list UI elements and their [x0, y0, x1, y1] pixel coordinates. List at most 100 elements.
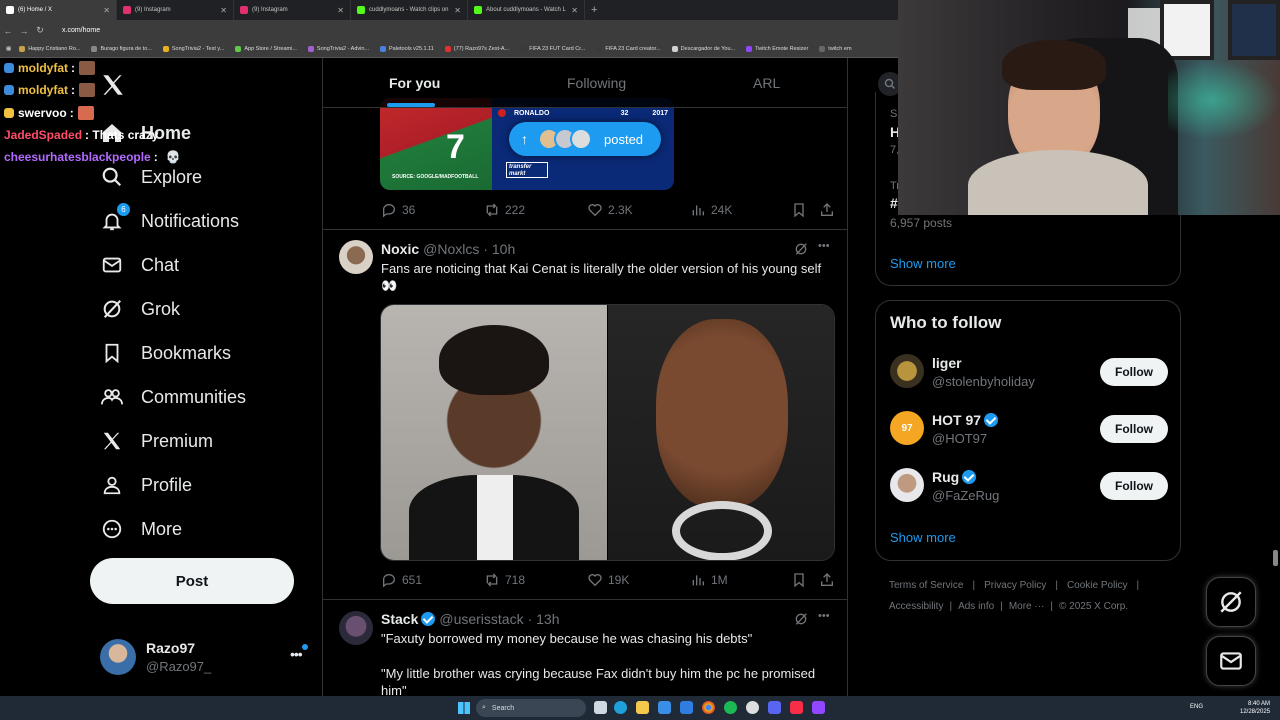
footer-link[interactable]: More ···	[1009, 601, 1045, 612]
like-button[interactable]: 19K	[587, 572, 690, 588]
bookmark[interactable]: Happy Cristiano Ro...	[19, 46, 80, 52]
x-logo-icon[interactable]	[100, 72, 126, 98]
mail-app-icon[interactable]	[680, 701, 693, 714]
sidebar-item-explore[interactable]: Explore	[100, 159, 202, 195]
more-dots-icon[interactable]: •••	[818, 240, 830, 252]
close-tab-icon[interactable]: ✕	[571, 6, 578, 15]
share-button[interactable]	[819, 572, 840, 588]
more-dots-icon[interactable]: •••	[290, 646, 303, 662]
sidebar-item-chat[interactable]: Chat	[100, 247, 179, 283]
suggestion-row[interactable]: liger @stolenbyholiday Follow	[890, 353, 1170, 393]
browser-tab[interactable]: (9) Instagram ✕	[117, 0, 234, 20]
grok-icon[interactable]	[793, 611, 809, 632]
tab-arl[interactable]: ARL	[695, 58, 847, 107]
suggestion-row[interactable]: 97 HOT 97 @HOT97 Follow	[890, 410, 1170, 450]
app-icon[interactable]	[658, 701, 671, 714]
scrollbar-thumb[interactable]	[1273, 550, 1278, 566]
close-tab-icon[interactable]: ✕	[103, 6, 110, 15]
tray-clock[interactable]: 8:40 AM 12/28/2025	[1240, 700, 1270, 716]
bookmark[interactable]: SongTrivia2 - Test y...	[162, 46, 224, 52]
apps-icon[interactable]: ▦	[6, 46, 11, 52]
repost-button[interactable]: 222	[484, 202, 587, 218]
views-button[interactable]: 1M	[690, 572, 793, 588]
bookmark[interactable]: Paletools v25.1.11	[380, 46, 434, 52]
sidebar-item-communities[interactable]: Communities	[100, 379, 246, 415]
reply-button[interactable]: 36	[381, 202, 484, 218]
music-icon[interactable]	[790, 701, 803, 714]
tray-lang[interactable]: ENG	[1190, 704, 1203, 710]
bookmark[interactable]: Burago figura de to...	[91, 46, 152, 52]
bookmark[interactable]: (77) Razo97s Zest-A...	[444, 46, 509, 52]
bookmark-button[interactable]	[791, 202, 812, 218]
chrome-icon[interactable]	[702, 701, 715, 714]
sidebar-item-grok[interactable]: Grok	[100, 291, 180, 327]
browser-tab[interactable]: (6) Home / X ✕	[0, 0, 117, 20]
bookmark[interactable]: FIFA 23 FUT Card Cr...	[520, 46, 585, 52]
more-dots-icon[interactable]: •••	[818, 610, 830, 622]
sidebar-item-more[interactable]: More	[100, 511, 182, 547]
browser-tab[interactable]: (9) Instagram ✕	[234, 0, 351, 20]
author-name[interactable]: Stack	[381, 611, 418, 627]
show-more-link[interactable]: Show more	[890, 256, 956, 271]
tweet-time[interactable]: · 10h	[483, 241, 515, 257]
windows-start-icon[interactable]	[458, 702, 470, 714]
follow-button[interactable]: Follow	[1100, 358, 1168, 386]
bookmark[interactable]: Twitch Emote Resizer	[746, 46, 808, 52]
author-handle[interactable]: @Noxlcs	[423, 241, 479, 257]
avatar[interactable]	[339, 611, 373, 645]
author-handle[interactable]: @userisstack	[439, 611, 523, 627]
repost-button[interactable]: 718	[484, 572, 587, 588]
new-posts-pill[interactable]: ↑ posted	[509, 122, 661, 156]
tab-following[interactable]: Following	[499, 58, 695, 107]
footer-link[interactable]: Cookie Policy	[1067, 580, 1128, 591]
bookmark-button[interactable]	[791, 572, 812, 588]
footer-link[interactable]: Accessibility	[889, 601, 943, 612]
footer-link[interactable]: Ads info	[958, 601, 994, 612]
suggestion-row[interactable]: Rug @FaZeRug Follow	[890, 467, 1170, 507]
bookmark[interactable]: SongTrivia2 - Advin...	[307, 46, 369, 52]
sidebar-item-bookmarks[interactable]: Bookmarks	[100, 335, 231, 371]
new-tab-button[interactable]: +	[591, 4, 597, 16]
close-tab-icon[interactable]: ✕	[337, 6, 344, 15]
messages-fab-button[interactable]	[1206, 636, 1256, 686]
bookmark[interactable]: twitch em	[819, 46, 852, 52]
taskview-icon[interactable]	[594, 701, 607, 714]
sidebar-item-premium[interactable]: Premium	[100, 423, 213, 459]
bookmark[interactable]: App Store / Streami...	[235, 46, 297, 52]
discord-icon[interactable]	[768, 701, 781, 714]
share-button[interactable]	[819, 202, 840, 218]
close-tab-icon[interactable]: ✕	[454, 6, 461, 15]
sidebar-item-notifications[interactable]: 6 Notifications	[100, 203, 239, 239]
reload-icon[interactable]: ↻	[32, 25, 48, 36]
back-icon[interactable]: ←	[0, 26, 16, 36]
author-name[interactable]: Noxic	[381, 241, 419, 257]
browser-tab[interactable]: cuddlymoans - Watch clips on ✕	[351, 0, 468, 20]
sidebar-item-profile[interactable]: Profile	[100, 467, 192, 503]
bookmark[interactable]: FIFA 23 Card creator...	[596, 46, 661, 52]
like-button[interactable]: 2.3K	[587, 202, 690, 218]
taskbar-search[interactable]: ⌕ Search	[476, 699, 586, 717]
explorer-icon[interactable]	[636, 701, 649, 714]
forward-icon[interactable]: →	[16, 26, 32, 36]
browser-tab[interactable]: About cuddlymoans - Watch L ✕	[468, 0, 585, 20]
reply-button[interactable]: 651	[381, 572, 484, 588]
grok-fab-button[interactable]	[1206, 577, 1256, 627]
twitch-icon[interactable]	[812, 701, 825, 714]
url-field[interactable]: x.com/home	[62, 27, 100, 34]
trend-title[interactable]: #	[890, 195, 898, 211]
tweet-media[interactable]	[380, 304, 835, 561]
app-icon[interactable]	[746, 701, 759, 714]
tweet-time[interactable]: · 13h	[528, 611, 560, 627]
spotify-icon[interactable]	[724, 701, 737, 714]
footer-link[interactable]: Privacy Policy	[984, 580, 1046, 591]
post-button[interactable]: Post	[90, 558, 294, 604]
bookmark[interactable]: Descargador de You...	[671, 46, 735, 52]
avatar[interactable]	[339, 240, 373, 274]
grok-icon[interactable]	[793, 241, 809, 262]
footer-link[interactable]: Terms of Service	[889, 580, 963, 591]
follow-button[interactable]: Follow	[1100, 415, 1168, 443]
show-more-link[interactable]: Show more	[890, 530, 956, 545]
edge-icon[interactable]	[614, 701, 627, 714]
account-switcher[interactable]: Razo97 @Razo97_ •••	[100, 638, 310, 678]
close-tab-icon[interactable]: ✕	[220, 6, 227, 15]
